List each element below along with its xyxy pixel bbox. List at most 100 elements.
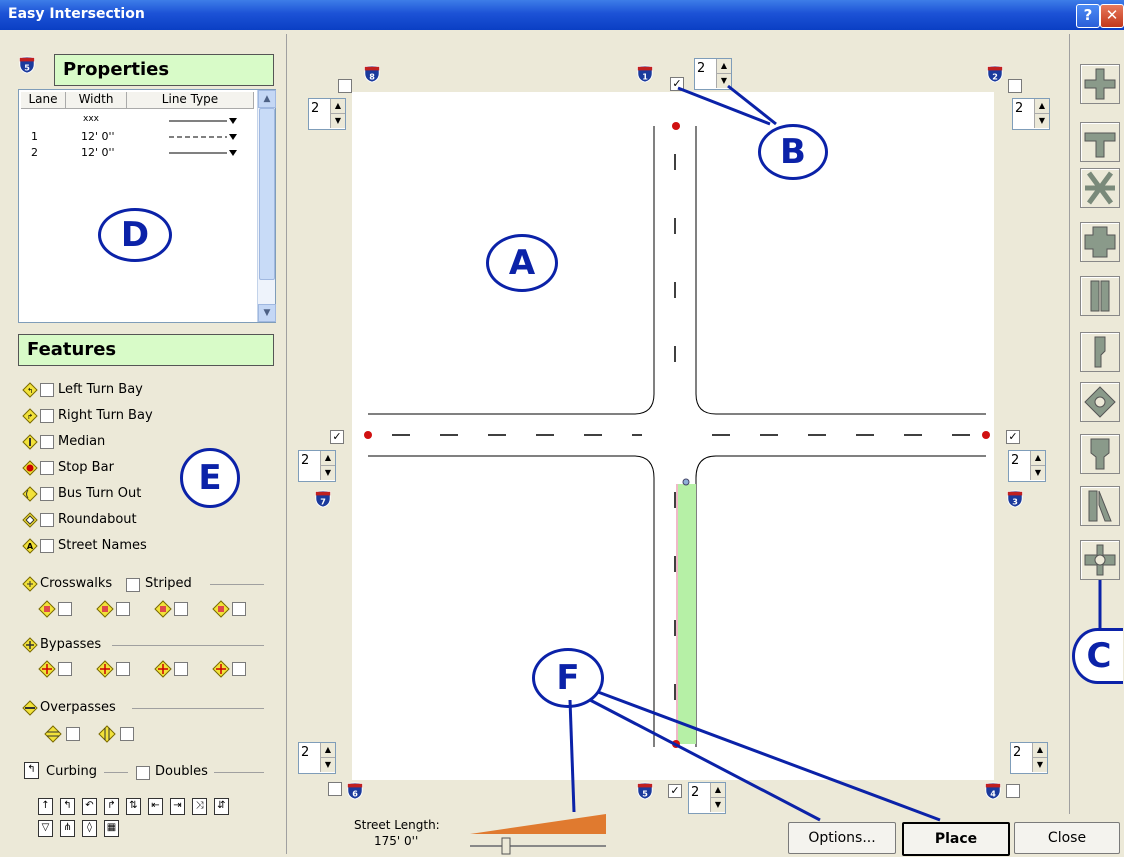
spin-up-icon[interactable]: ▲: [1032, 743, 1047, 758]
lane-drop-button[interactable]: [1080, 332, 1120, 372]
spin-down-icon[interactable]: ▼: [320, 466, 335, 480]
spin-up-icon[interactable]: ▲: [320, 743, 335, 758]
leg-4-lanes-spinner[interactable]: 2 ▲ ▼: [1010, 742, 1048, 774]
spinner-value[interactable]: 2: [1015, 101, 1023, 116]
line-type-dashed-icon[interactable]: [169, 132, 239, 142]
spinner-value[interactable]: 2: [1013, 745, 1021, 760]
properties-listbox[interactable]: Lane Width Line Type xxx 1 12' 0'' 2 12'…: [18, 89, 276, 323]
spin-down-icon[interactable]: ▼: [330, 114, 345, 128]
curb-uturn-icon[interactable]: ↶: [82, 798, 97, 815]
overpass-vertical-checkbox[interactable]: [120, 727, 134, 741]
skewed-intersection-button[interactable]: [1080, 168, 1120, 208]
leg-7-checkbox[interactable]: ✓: [330, 430, 344, 444]
spin-up-icon[interactable]: ▲: [1030, 451, 1045, 466]
curb-left-icon[interactable]: ↰: [60, 798, 75, 815]
close-button[interactable]: Close: [1014, 822, 1120, 854]
spinner-value[interactable]: 2: [311, 101, 319, 116]
spin-down-icon[interactable]: ▼: [1034, 114, 1049, 128]
street-length-slider[interactable]: [468, 812, 610, 856]
options-button[interactable]: Options...: [788, 822, 896, 854]
lane-width-cell[interactable]: 12' 0'': [81, 130, 115, 143]
spin-up-icon[interactable]: ▲: [330, 99, 345, 114]
overpass-horizontal-checkbox[interactable]: [66, 727, 80, 741]
four-way-intersection-button[interactable]: [1080, 64, 1120, 104]
leg-8-lanes-spinner[interactable]: 2 ▲ ▼: [308, 98, 346, 130]
right-turn-bay-checkbox[interactable]: [40, 409, 54, 423]
slider-thumb[interactable]: [501, 837, 511, 855]
curb-left-double-icon[interactable]: ⇤: [148, 798, 163, 815]
divided-road-button[interactable]: [1080, 276, 1120, 316]
roundabout-checkbox[interactable]: [40, 513, 54, 527]
scroll-thumb[interactable]: [259, 108, 275, 280]
spinner-value[interactable]: 2: [301, 745, 309, 760]
roundabout-button[interactable]: [1080, 382, 1120, 422]
width-column-header[interactable]: Width: [66, 92, 127, 109]
curb-right-double-icon[interactable]: ⇥: [170, 798, 185, 815]
crosswalk-checkbox[interactable]: [58, 602, 72, 616]
bypass-checkbox[interactable]: [232, 662, 246, 676]
crosswalks-separator: [210, 584, 264, 585]
lane-column-header[interactable]: Lane: [21, 92, 66, 109]
spinner-value[interactable]: 2: [1011, 453, 1019, 468]
curb-grid-icon[interactable]: ▦: [104, 820, 119, 837]
curb-split-icon[interactable]: ⇵: [214, 798, 229, 815]
crosswalk-checkbox[interactable]: [116, 602, 130, 616]
spinner-value[interactable]: 2: [697, 61, 705, 76]
curb-down-icon[interactable]: ▽: [38, 820, 53, 837]
custom-intersection-button[interactable]: [1080, 540, 1120, 580]
curb-cross-icon[interactable]: ⤨: [192, 798, 207, 815]
curb-merge-icon[interactable]: ⋔: [60, 820, 75, 837]
place-button[interactable]: Place: [902, 822, 1010, 856]
line-type-solid-icon[interactable]: [169, 148, 239, 158]
street-names-checkbox[interactable]: [40, 539, 54, 553]
leg-6-lanes-spinner[interactable]: 2 ▲ ▼: [298, 742, 336, 774]
listbox-scrollbar[interactable]: ▲ ▼: [257, 90, 276, 322]
leg-6-checkbox[interactable]: [328, 782, 342, 796]
doubles-checkbox[interactable]: [136, 766, 150, 780]
tee-intersection-button[interactable]: [1080, 122, 1120, 162]
lane-width-cell[interactable]: 12' 0'': [81, 146, 115, 159]
close-window-button[interactable]: ✕: [1100, 4, 1124, 28]
curb-island-icon[interactable]: ◊: [82, 820, 97, 837]
ramp-button[interactable]: [1080, 486, 1120, 526]
leg-2-lanes-spinner[interactable]: 2 ▲ ▼: [1012, 98, 1050, 130]
intersection-drawing[interactable]: [352, 92, 994, 780]
spin-down-icon[interactable]: ▼: [1030, 466, 1045, 480]
leg-3-checkbox[interactable]: ✓: [1006, 430, 1020, 444]
lane-width-cell[interactable]: xxx: [83, 114, 99, 124]
spinner-value[interactable]: 2: [301, 453, 309, 468]
spin-up-icon[interactable]: ▲: [320, 451, 335, 466]
svg-text:2: 2: [992, 71, 998, 81]
scroll-up-icon[interactable]: ▲: [258, 90, 276, 108]
merge-lanes-button[interactable]: [1080, 434, 1120, 474]
curb-straight-icon[interactable]: ↑: [38, 798, 53, 815]
leg-2-checkbox[interactable]: [1008, 79, 1022, 93]
median-checkbox[interactable]: [40, 435, 54, 449]
leg-4-checkbox[interactable]: [1006, 784, 1020, 798]
striped-checkbox[interactable]: [126, 578, 140, 592]
leg-3-lanes-spinner[interactable]: 2 ▲ ▼: [1008, 450, 1046, 482]
stop-bar-checkbox[interactable]: [40, 461, 54, 475]
curb-double-icon[interactable]: ⇅: [126, 798, 141, 815]
left-turn-bay-checkbox[interactable]: [40, 383, 54, 397]
spin-down-icon[interactable]: ▼: [1032, 758, 1047, 772]
leg-8-checkbox[interactable]: [338, 79, 352, 93]
spin-up-icon[interactable]: ▲: [716, 59, 731, 74]
curb-right-icon[interactable]: ↱: [104, 798, 119, 815]
bypass-checkbox[interactable]: [174, 662, 188, 676]
scroll-down-icon[interactable]: ▼: [258, 304, 276, 322]
wide-intersection-button[interactable]: [1080, 222, 1120, 262]
bus-turn-out-checkbox[interactable]: [40, 487, 54, 501]
bypass-checkbox[interactable]: [58, 662, 72, 676]
line-type-solid-icon[interactable]: [169, 116, 239, 126]
leg-7-lanes-spinner[interactable]: 2 ▲ ▼: [298, 450, 336, 482]
crosswalk-checkbox[interactable]: [174, 602, 188, 616]
lane-number-cell[interactable]: 1: [31, 130, 38, 143]
line-type-column-header[interactable]: Line Type: [127, 92, 254, 109]
spin-down-icon[interactable]: ▼: [320, 758, 335, 772]
bypass-checkbox[interactable]: [116, 662, 130, 676]
spin-up-icon[interactable]: ▲: [1034, 99, 1049, 114]
help-button[interactable]: ?: [1076, 4, 1100, 28]
lane-number-cell[interactable]: 2: [31, 146, 38, 159]
crosswalk-checkbox[interactable]: [232, 602, 246, 616]
